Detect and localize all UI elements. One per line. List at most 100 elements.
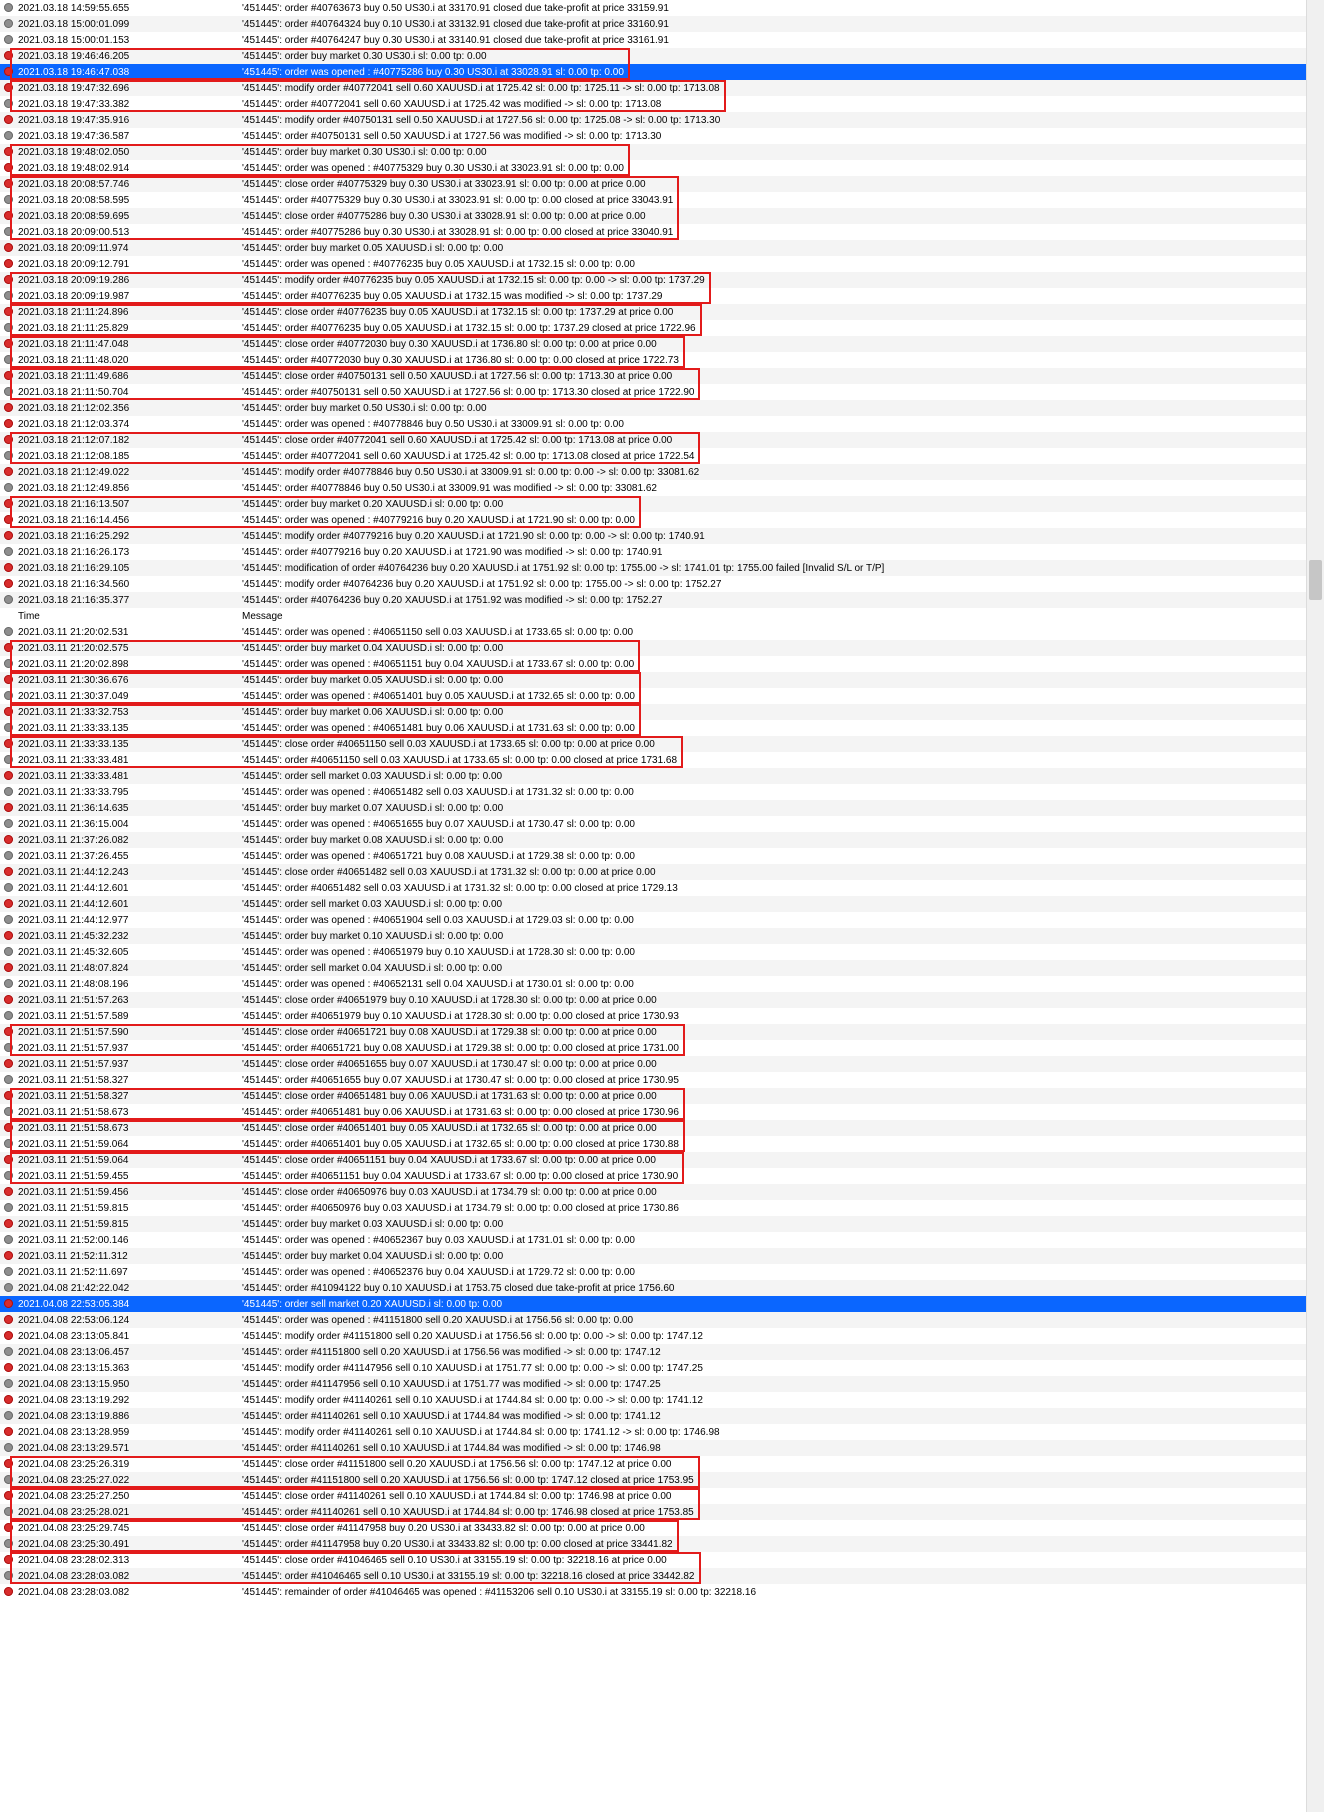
scrollbar[interactable] — [1306, 0, 1324, 1812]
log-row[interactable]: 2021.03.18 19:46:47.038'451445': order w… — [0, 64, 1324, 80]
log-row[interactable]: 2021.03.18 20:08:59.695'451445': close o… — [0, 208, 1324, 224]
log-row[interactable]: 2021.04.08 23:13:15.363'451445': modify … — [0, 1360, 1324, 1376]
log-row[interactable]: 2021.04.08 22:53:06.124'451445': order w… — [0, 1312, 1324, 1328]
log-row[interactable]: 2021.03.11 21:36:14.635'451445': order b… — [0, 800, 1324, 816]
log-row[interactable]: 2021.03.18 19:47:36.587'451445': order #… — [0, 128, 1324, 144]
log-row[interactable]: 2021.04.08 23:13:28.959'451445': modify … — [0, 1424, 1324, 1440]
log-row[interactable]: 2021.03.18 15:00:01.099'451445': order #… — [0, 16, 1324, 32]
log-row[interactable]: 2021.04.08 23:28:03.082'451445': remaind… — [0, 1584, 1324, 1600]
log-row[interactable]: 2021.03.11 21:51:58.327'451445': order #… — [0, 1072, 1324, 1088]
log-row[interactable]: 2021.03.11 21:44:12.601'451445': order s… — [0, 896, 1324, 912]
log-row[interactable]: 2021.03.11 21:33:33.481'451445': order #… — [0, 752, 1324, 768]
log-row[interactable]: 2021.04.08 23:13:29.571'451445': order #… — [0, 1440, 1324, 1456]
log-table[interactable]: 2021.03.18 14:59:55.655'451445': order #… — [0, 0, 1324, 1600]
log-row[interactable]: 2021.03.11 21:51:57.590'451445': close o… — [0, 1024, 1324, 1040]
log-row[interactable]: 2021.03.18 15:00:01.153'451445': order #… — [0, 32, 1324, 48]
log-row[interactable]: 2021.03.18 14:59:55.655'451445': order #… — [0, 0, 1324, 16]
log-row[interactable]: 2021.04.08 23:13:06.457'451445': order #… — [0, 1344, 1324, 1360]
log-row[interactable]: 2021.03.18 19:48:02.914'451445': order w… — [0, 160, 1324, 176]
log-row[interactable]: 2021.04.08 23:13:19.886'451445': order #… — [0, 1408, 1324, 1424]
log-row[interactable]: 2021.04.08 21:42:22.042'451445': order #… — [0, 1280, 1324, 1296]
log-row[interactable]: 2021.03.18 20:09:19.987'451445': order #… — [0, 288, 1324, 304]
log-row[interactable]: 2021.04.08 23:25:26.319'451445': close o… — [0, 1456, 1324, 1472]
log-row[interactable]: 2021.03.11 21:51:59.064'451445': close o… — [0, 1152, 1324, 1168]
log-row[interactable]: 2021.04.08 23:25:30.491'451445': order #… — [0, 1536, 1324, 1552]
log-row[interactable]: 2021.03.11 21:45:32.605'451445': order w… — [0, 944, 1324, 960]
log-row[interactable]: 2021.03.11 21:51:57.937'451445': close o… — [0, 1056, 1324, 1072]
log-row[interactable]: 2021.03.18 21:16:25.292'451445': modify … — [0, 528, 1324, 544]
log-row[interactable]: 2021.04.08 23:25:27.022'451445': order #… — [0, 1472, 1324, 1488]
log-row[interactable]: 2021.03.11 21:36:15.004'451445': order w… — [0, 816, 1324, 832]
log-row[interactable]: 2021.03.11 21:30:36.676'451445': order b… — [0, 672, 1324, 688]
log-row[interactable]: 2021.03.18 19:48:02.050'451445': order b… — [0, 144, 1324, 160]
log-row[interactable]: 2021.03.18 21:11:25.829'451445': order #… — [0, 320, 1324, 336]
log-row[interactable]: 2021.03.11 21:37:26.455'451445': order w… — [0, 848, 1324, 864]
log-row[interactable]: 2021.03.18 21:16:26.173'451445': order #… — [0, 544, 1324, 560]
log-row[interactable]: 2021.03.11 21:51:58.673'451445': close o… — [0, 1120, 1324, 1136]
log-row[interactable]: 2021.03.18 21:12:49.022'451445': modify … — [0, 464, 1324, 480]
log-row[interactable]: 2021.03.11 21:51:57.937'451445': order #… — [0, 1040, 1324, 1056]
log-row[interactable]: 2021.03.11 21:51:57.263'451445': close o… — [0, 992, 1324, 1008]
log-row[interactable]: 2021.03.18 20:09:00.513'451445': order #… — [0, 224, 1324, 240]
log-row[interactable]: 2021.03.11 21:20:02.898'451445': order w… — [0, 656, 1324, 672]
log-row[interactable]: 2021.03.11 21:51:58.673'451445': order #… — [0, 1104, 1324, 1120]
log-row[interactable]: 2021.03.18 21:12:49.856'451445': order #… — [0, 480, 1324, 496]
log-row[interactable]: 2021.03.11 21:44:12.977'451445': order w… — [0, 912, 1324, 928]
log-row[interactable]: 2021.04.08 22:53:05.384'451445': order s… — [0, 1296, 1324, 1312]
log-row[interactable]: 2021.03.11 21:33:33.481'451445': order s… — [0, 768, 1324, 784]
log-row[interactable]: 2021.03.11 21:44:12.243'451445': close o… — [0, 864, 1324, 880]
log-row[interactable]: 2021.03.18 21:16:13.507'451445': order b… — [0, 496, 1324, 512]
log-row[interactable]: 2021.03.11 21:33:32.753'451445': order b… — [0, 704, 1324, 720]
log-row[interactable]: 2021.03.11 21:51:59.455'451445': order #… — [0, 1168, 1324, 1184]
log-row[interactable]: 2021.03.18 19:47:33.382'451445': order #… — [0, 96, 1324, 112]
log-row[interactable]: 2021.03.18 21:12:08.185'451445': order #… — [0, 448, 1324, 464]
log-row[interactable]: 2021.03.11 21:52:11.312'451445': order b… — [0, 1248, 1324, 1264]
log-row[interactable]: 2021.03.18 21:11:24.896'451445': close o… — [0, 304, 1324, 320]
log-row[interactable]: 2021.03.18 21:16:34.560'451445': modify … — [0, 576, 1324, 592]
log-row[interactable]: 2021.04.08 23:28:02.313'451445': close o… — [0, 1552, 1324, 1568]
log-row[interactable]: 2021.03.11 21:37:26.082'451445': order b… — [0, 832, 1324, 848]
log-row[interactable]: 2021.03.18 21:12:02.356'451445': order b… — [0, 400, 1324, 416]
log-row[interactable]: 2021.03.18 19:46:46.205'451445': order b… — [0, 48, 1324, 64]
log-row[interactable]: 2021.03.18 21:11:47.048'451445': close o… — [0, 336, 1324, 352]
log-row[interactable]: 2021.03.11 21:33:33.135'451445': close o… — [0, 736, 1324, 752]
log-row[interactable]: 2021.03.18 21:11:48.020'451445': order #… — [0, 352, 1324, 368]
log-row[interactable]: 2021.03.18 19:47:32.696'451445': modify … — [0, 80, 1324, 96]
log-row[interactable]: 2021.04.08 23:13:05.841'451445': modify … — [0, 1328, 1324, 1344]
log-row[interactable]: 2021.03.11 21:51:59.064'451445': order #… — [0, 1136, 1324, 1152]
log-row[interactable]: 2021.03.18 21:11:49.686'451445': close o… — [0, 368, 1324, 384]
log-row[interactable]: 2021.03.11 21:51:57.589'451445': order #… — [0, 1008, 1324, 1024]
log-row[interactable]: 2021.03.18 20:09:19.286'451445': modify … — [0, 272, 1324, 288]
log-row[interactable]: 2021.03.18 21:16:35.377'451445': order #… — [0, 592, 1324, 608]
log-row[interactable]: 2021.04.08 23:13:19.292'451445': modify … — [0, 1392, 1324, 1408]
scroll-thumb[interactable] — [1309, 560, 1322, 600]
log-row[interactable]: 2021.03.18 21:11:50.704'451445': order #… — [0, 384, 1324, 400]
log-row[interactable]: 2021.03.11 21:52:11.697'451445': order w… — [0, 1264, 1324, 1280]
log-row[interactable]: 2021.03.18 19:47:35.916'451445': modify … — [0, 112, 1324, 128]
log-row[interactable]: 2021.03.11 21:48:08.196'451445': order w… — [0, 976, 1324, 992]
log-row[interactable]: 2021.03.11 21:20:02.531'451445': order w… — [0, 624, 1324, 640]
log-row[interactable]: 2021.03.11 21:48:07.824'451445': order s… — [0, 960, 1324, 976]
log-row[interactable]: 2021.03.18 20:08:57.746'451445': close o… — [0, 176, 1324, 192]
log-row[interactable]: 2021.03.11 21:51:59.815'451445': order b… — [0, 1216, 1324, 1232]
log-row[interactable]: 2021.03.11 21:45:32.232'451445': order b… — [0, 928, 1324, 944]
log-row[interactable]: 2021.03.11 21:20:02.575'451445': order b… — [0, 640, 1324, 656]
log-row[interactable]: 2021.03.11 21:33:33.795'451445': order w… — [0, 784, 1324, 800]
log-row[interactable]: 2021.04.08 23:25:27.250'451445': close o… — [0, 1488, 1324, 1504]
log-row[interactable]: 2021.04.08 23:13:15.950'451445': order #… — [0, 1376, 1324, 1392]
log-row[interactable]: 2021.03.11 21:51:59.456'451445': close o… — [0, 1184, 1324, 1200]
log-row[interactable]: 2021.04.08 23:25:28.021'451445': order #… — [0, 1504, 1324, 1520]
log-row[interactable]: 2021.03.11 21:52:00.146'451445': order w… — [0, 1232, 1324, 1248]
log-row[interactable]: 2021.03.18 20:08:58.595'451445': order #… — [0, 192, 1324, 208]
log-row[interactable]: 2021.04.08 23:25:29.745'451445': close o… — [0, 1520, 1324, 1536]
log-row[interactable]: 2021.03.18 20:09:11.974'451445': order b… — [0, 240, 1324, 256]
log-row[interactable]: 2021.03.11 21:51:58.327'451445': close o… — [0, 1088, 1324, 1104]
log-row[interactable]: 2021.03.18 20:09:12.791'451445': order w… — [0, 256, 1324, 272]
log-row[interactable]: 2021.03.18 21:16:29.105'451445': modific… — [0, 560, 1324, 576]
log-row[interactable]: 2021.03.18 21:16:14.456'451445': order w… — [0, 512, 1324, 528]
log-row[interactable]: 2021.03.11 21:51:59.815'451445': order #… — [0, 1200, 1324, 1216]
log-row[interactable]: 2021.03.11 21:44:12.601'451445': order #… — [0, 880, 1324, 896]
log-row[interactable]: 2021.04.08 23:28:03.082'451445': order #… — [0, 1568, 1324, 1584]
log-row[interactable]: 2021.03.18 21:12:03.374'451445': order w… — [0, 416, 1324, 432]
log-row[interactable]: 2021.03.11 21:30:37.049'451445': order w… — [0, 688, 1324, 704]
